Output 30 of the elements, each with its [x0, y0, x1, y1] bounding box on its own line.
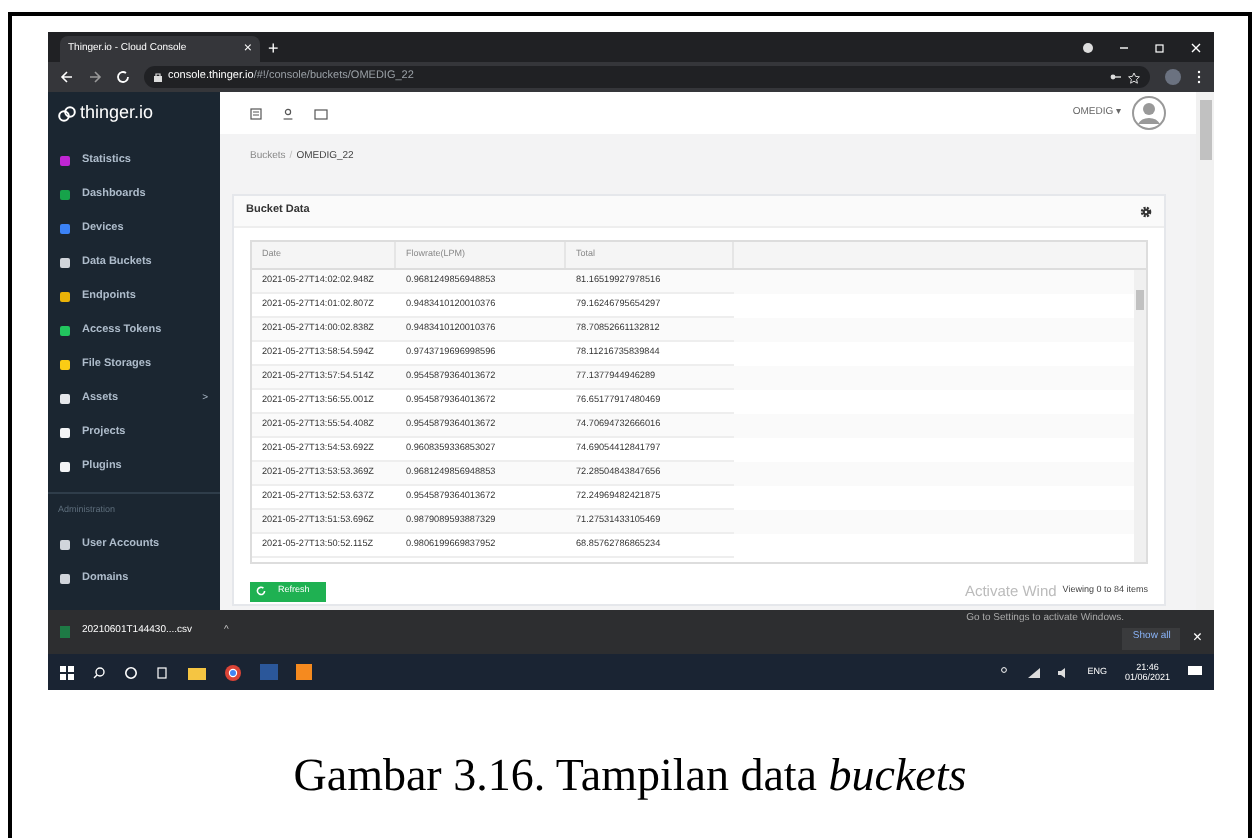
close-icon[interactable]: [1190, 42, 1202, 54]
scrollbar[interactable]: [1134, 270, 1146, 562]
back-icon[interactable]: [60, 70, 74, 84]
reload-icon[interactable]: [116, 70, 130, 84]
close-button[interactable]: ×: [1192, 630, 1202, 646]
new-tab-button[interactable]: +: [268, 40, 279, 58]
account-icon[interactable]: [1082, 42, 1094, 54]
lock-icon: [154, 72, 162, 82]
minimize-icon[interactable]: [1118, 42, 1130, 54]
key-icon[interactable]: [1110, 72, 1122, 82]
forward-icon[interactable]: [88, 70, 102, 84]
list-icon[interactable]: [250, 107, 262, 119]
menu-icon[interactable]: [1196, 70, 1202, 84]
avatar-icon[interactable]: [1132, 96, 1166, 130]
profile-icon[interactable]: [1164, 68, 1182, 86]
restore-icon[interactable]: [1154, 42, 1166, 54]
file-icon: [60, 626, 70, 638]
task-view-icon[interactable]: [156, 665, 170, 679]
logo-text: thinger.io: [80, 99, 154, 126]
star-icon[interactable]: [1128, 71, 1140, 83]
circle-icon[interactable]: [124, 665, 138, 679]
settings-icon[interactable]: [1140, 205, 1152, 217]
browser-icon[interactable]: [224, 663, 242, 681]
user-icon[interactable]: [282, 107, 294, 119]
search-icon[interactable]: [92, 665, 106, 679]
refresh-icon: [256, 586, 266, 597]
logo-icon: [58, 105, 76, 121]
windows-icon[interactable]: [60, 665, 74, 679]
volume-icon[interactable]: [1057, 667, 1070, 677]
figure-caption: Gambar 3.16. Tampilan data buckets: [293, 748, 967, 804]
